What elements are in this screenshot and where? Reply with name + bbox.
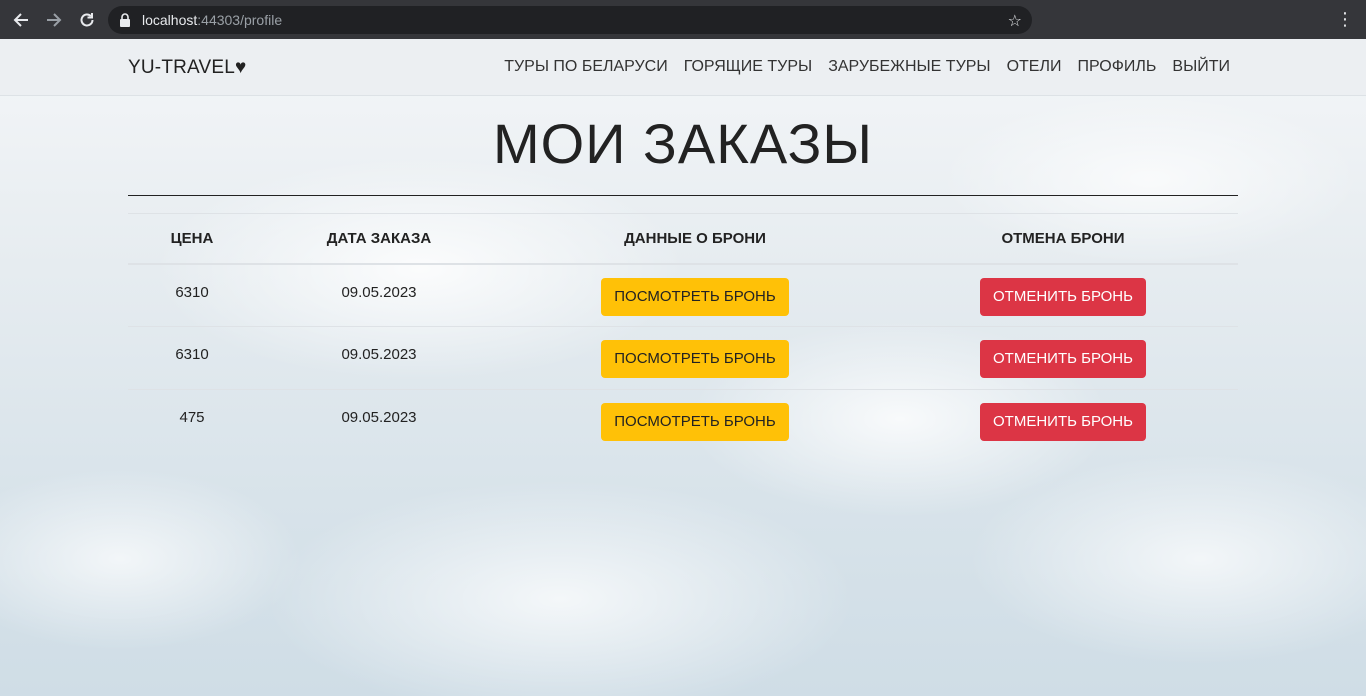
cancel-booking-button[interactable]: ОТМЕНИТЬ БРОНЬ (980, 340, 1146, 378)
lock-icon (120, 13, 130, 27)
navbar: YU-TRAVEL♥ ТУРЫ ПО БЕЛАРУСИ ГОРЯЩИЕ ТУРЫ… (0, 39, 1366, 96)
view-booking-button[interactable]: ПОСМОТРЕТЬ БРОНЬ (601, 277, 789, 316)
order-price: 6310 (175, 346, 209, 363)
arrow-right-icon[interactable] (42, 8, 66, 32)
nav-link-hotels[interactable]: ОТЕЛИ (1007, 58, 1062, 76)
header-booking-data: ДАННЫЕ О БРОНИ (624, 229, 766, 247)
url-text: localhost:44303/profile (142, 12, 283, 28)
nav-link-belarus-tours[interactable]: ТУРЫ ПО БЕЛАРУСИ (504, 58, 668, 76)
order-date: 09.05.2023 (341, 409, 417, 426)
table-header-row: ЦЕНА ДАТА ЗАКАЗА ДАННЫЕ О БРОНИ ОТМЕНА Б… (128, 213, 1238, 264)
brand-logo[interactable]: YU-TRAVEL♥ (128, 57, 247, 79)
table-row: 6310 09.05.2023 ПОСМОТРЕТЬ БРОНЬ ОТМЕНИТ… (128, 264, 1238, 327)
page-title: МОИ ЗАКАЗЫ (493, 112, 873, 175)
header-date: ДАТА ЗАКАЗА (326, 229, 432, 247)
nav-link-profile[interactable]: ПРОФИЛЬ (1077, 58, 1156, 76)
kebab-menu-icon[interactable]: ⋮ (1336, 10, 1354, 28)
cancel-booking-button[interactable]: ОТМЕНИТЬ БРОНЬ (980, 277, 1146, 316)
address-bar[interactable]: localhost:44303/profile ☆ (108, 6, 1032, 34)
nav-link-foreign-tours[interactable]: ЗАРУБЕЖНЫЕ ТУРЫ (828, 58, 990, 76)
nav-link-logout[interactable]: ВЫЙТИ (1172, 58, 1230, 76)
order-price: 6310 (175, 283, 209, 301)
page-body: YU-TRAVEL♥ ТУРЫ ПО БЕЛАРУСИ ГОРЯЩИЕ ТУРЫ… (0, 39, 1366, 696)
orders-table: ЦЕНА ДАТА ЗАКАЗА ДАННЫЕ О БРОНИ ОТМЕНА Б… (128, 213, 1238, 453)
header-price: ЦЕНА (170, 229, 214, 247)
header-cancel-booking: ОТМЕНА БРОНИ (1001, 229, 1125, 247)
order-date: 09.05.2023 (341, 283, 417, 301)
nav-link-hot-tours[interactable]: ГОРЯЩИЕ ТУРЫ (684, 58, 812, 76)
table-row: 475 09.05.2023 ПОСМОТРЕТЬ БРОНЬ ОТМЕНИТЬ… (128, 390, 1238, 453)
arrow-left-icon[interactable] (9, 8, 33, 32)
view-booking-button[interactable]: ПОСМОТРЕТЬ БРОНЬ (601, 403, 789, 441)
table-row: 6310 09.05.2023 ПОСМОТРЕТЬ БРОНЬ ОТМЕНИТ… (128, 327, 1238, 390)
view-booking-button[interactable]: ПОСМОТРЕТЬ БРОНЬ (601, 340, 789, 378)
star-icon[interactable]: ☆ (1008, 11, 1022, 31)
browser-toolbar: localhost:44303/profile ☆ ⋮ (0, 0, 1366, 39)
nav-links: ТУРЫ ПО БЕЛАРУСИ ГОРЯЩИЕ ТУРЫ ЗАРУБЕЖНЫЕ… (504, 58, 1230, 76)
reload-icon[interactable] (75, 8, 99, 32)
order-price: 475 (179, 409, 205, 426)
order-date: 09.05.2023 (341, 346, 417, 363)
title-divider (128, 195, 1238, 196)
cancel-booking-button[interactable]: ОТМЕНИТЬ БРОНЬ (980, 403, 1146, 441)
